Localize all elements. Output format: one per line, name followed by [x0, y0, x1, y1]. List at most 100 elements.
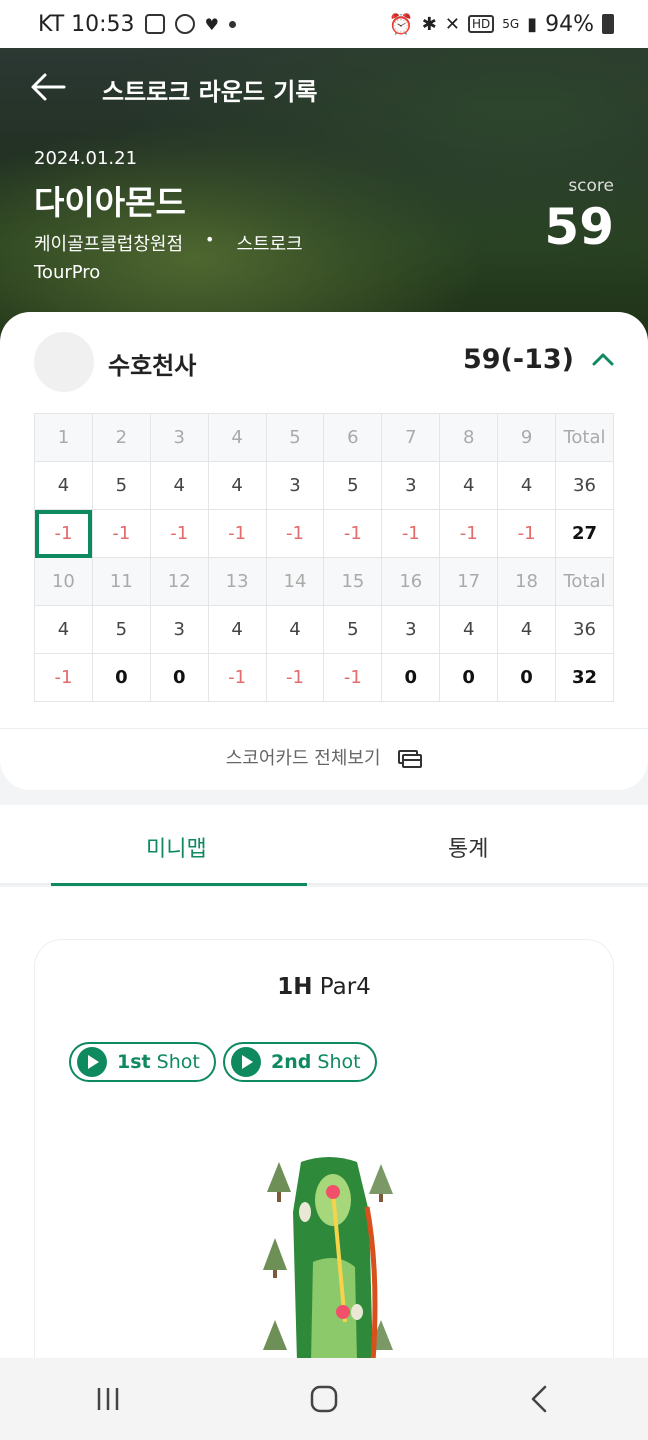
hole-cell: 18	[497, 557, 557, 606]
score-cell[interactable]: -1	[265, 653, 325, 702]
table-row-front-par: 4 5 4 4 3 5 3 4 4 36	[34, 461, 614, 510]
par-cell: 36	[555, 461, 614, 510]
score-cell-selected[interactable]: -1	[34, 509, 93, 558]
score-cell[interactable]: -1	[323, 653, 383, 702]
par-cell: 4	[207, 605, 267, 654]
club-name: 케이골프클럽창원점	[34, 234, 184, 255]
hole-minimap	[263, 1157, 393, 1362]
status-bar: KT 10:53 ♥ ⏰ ✱ ✕ HD 5G ▮ 94%	[0, 0, 648, 48]
hole-cell: 11	[91, 557, 151, 606]
score-cell[interactable]: 0	[439, 653, 499, 702]
score-total-cell: 32	[555, 653, 614, 702]
score-cell[interactable]: -1	[149, 509, 209, 558]
score-cell[interactable]: -1	[323, 509, 383, 558]
hole-cell: 8	[439, 413, 499, 462]
score-cell[interactable]: -1	[497, 509, 557, 558]
par-cell: 4	[34, 605, 93, 654]
recent-apps-icon[interactable]	[91, 1382, 125, 1416]
gallery-icon	[144, 14, 165, 34]
tree-icon	[267, 1162, 291, 1202]
round-header: 스트로크 라운드 기록 2024.01.21 다이아몬드 케이골프클럽창원점 •…	[0, 48, 648, 348]
tab-stats[interactable]: 통계	[448, 831, 488, 863]
score-cell[interactable]: 0	[91, 653, 151, 702]
table-row-front-holes: 1 2 3 4 5 6 7 8 9 Total	[34, 413, 614, 462]
par-cell: 5	[323, 461, 383, 510]
shot-number: 2nd	[271, 1051, 312, 1073]
hole-cell: 4	[207, 413, 267, 462]
tree-icon	[263, 1238, 287, 1278]
second-shot-button[interactable]: 2nd Shot	[223, 1042, 377, 1082]
par-cell: 4	[439, 461, 499, 510]
hole-cell: 12	[149, 557, 209, 606]
hole-title: 1H Par4	[35, 974, 613, 1000]
course-name: 다이아몬드	[34, 183, 186, 222]
back-arrow-icon[interactable]	[30, 72, 66, 102]
tee-level: TourPro	[34, 262, 101, 283]
chevron-up-icon[interactable]	[592, 352, 614, 366]
meta-separator: •	[205, 230, 215, 249]
hole-cell: 17	[439, 557, 499, 606]
score-cell[interactable]: 0	[381, 653, 441, 702]
hole-card: 1H Par4 1st Shot 2nd Shot	[34, 939, 614, 1399]
play-icon	[77, 1047, 107, 1077]
round-meta: 케이골프클럽창원점 • 스트로크	[34, 230, 303, 256]
score-cell[interactable]: 0	[149, 653, 209, 702]
par-cell: 4	[497, 461, 557, 510]
page-title: 스트로크 라운드 기록	[102, 78, 318, 106]
hole-cell: 7	[381, 413, 441, 462]
alarm-icon: ⏰	[388, 12, 414, 36]
heart-icon: ♥	[204, 14, 219, 34]
notification-dot-icon	[228, 20, 236, 28]
active-tab-indicator	[51, 883, 307, 886]
hole-cell: 2	[91, 413, 151, 462]
signal-icon: ▮	[527, 13, 538, 35]
hole-cell: 1	[34, 413, 93, 462]
score-table: 1 2 3 4 5 6 7 8 9 Total 4 5 4 4 3 5 3 4 …	[34, 413, 614, 702]
minimap-panel: 1H Par4 1st Shot 2nd Shot	[0, 887, 648, 1399]
par-cell: 4	[149, 461, 209, 510]
par-cell: 5	[91, 461, 151, 510]
hole-cell: 9	[497, 413, 557, 462]
back-icon[interactable]	[523, 1382, 557, 1416]
tab-bar: 미니맵 통계	[0, 805, 648, 886]
score-cell[interactable]: -1	[439, 509, 499, 558]
table-row-front-score: -1 -1 -1 -1 -1 -1 -1 -1 -1 27	[34, 509, 614, 558]
battery-icon	[602, 14, 614, 34]
tree-icon	[369, 1164, 393, 1202]
5g-icon: 5G	[502, 17, 520, 31]
par-cell: 5	[323, 605, 383, 654]
divider	[0, 728, 648, 729]
hole-cell: 10	[34, 557, 93, 606]
tab-minimap[interactable]: 미니맵	[146, 831, 207, 863]
par-cell: 4	[207, 461, 267, 510]
play-icon	[231, 1047, 261, 1077]
score-cell[interactable]: -1	[91, 509, 151, 558]
hole-cell: Total	[555, 557, 614, 606]
score-cell[interactable]: 0	[497, 653, 557, 702]
hole-cell: Total	[555, 413, 614, 462]
score-cell[interactable]: -1	[207, 509, 267, 558]
score-cell[interactable]: -1	[381, 509, 441, 558]
par-cell: 36	[555, 605, 614, 654]
hole-cell: 14	[265, 557, 325, 606]
mute-icon: ✕	[444, 13, 460, 35]
tree-icon	[263, 1320, 287, 1350]
table-row-back-par: 4 5 3 4 4 5 3 4 4 36	[34, 605, 614, 654]
score-cell[interactable]: -1	[207, 653, 267, 702]
first-shot-button[interactable]: 1st Shot	[69, 1042, 216, 1082]
home-icon[interactable]	[307, 1382, 341, 1416]
full-scorecard-label: 스코어카드 전체보기	[225, 748, 381, 769]
par-cell: 3	[265, 461, 325, 510]
hole-cell: 15	[323, 557, 383, 606]
hd-icon: HD	[467, 15, 495, 33]
scorecard-icon	[398, 750, 423, 768]
score-total-cell: 27	[555, 509, 614, 558]
full-scorecard-link[interactable]: 스코어카드 전체보기	[0, 744, 648, 770]
player-scorecard: 수호천사 59(-13) 1 2 3 4 5 6 7 8 9 Total 4 5…	[0, 312, 648, 790]
game-mode: 스트로크	[236, 234, 303, 255]
hole-cell: 5	[265, 413, 325, 462]
hole-cell: 16	[381, 557, 441, 606]
score-cell[interactable]: -1	[265, 509, 325, 558]
score-cell[interactable]: -1	[34, 653, 93, 702]
system-nav-bar	[0, 1358, 648, 1440]
